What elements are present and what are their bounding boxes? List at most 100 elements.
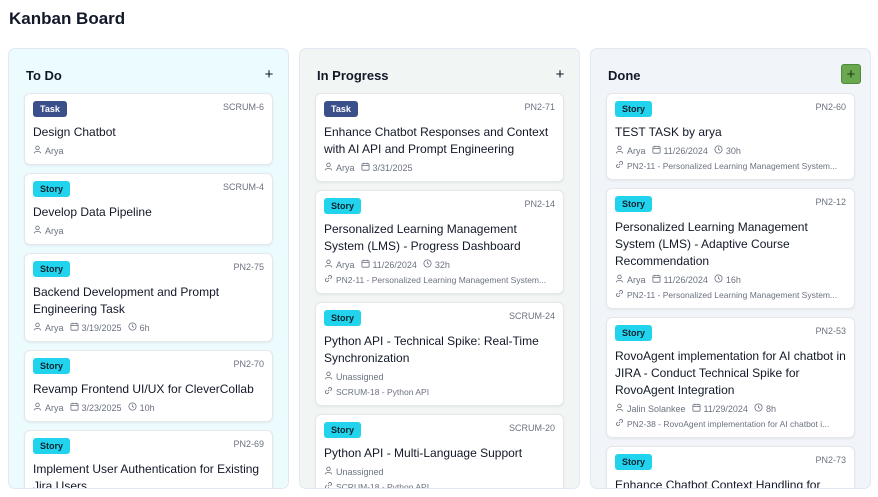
card-list: Story PN2-60 TEST TASK by arya Arya 11/26/20… — [591, 93, 870, 489]
card-meta: Arya 3/31/2025 — [324, 162, 555, 173]
due-date-text: 3/19/2025 — [81, 322, 122, 333]
task-card[interactable]: Story PN2-70 Revamp Frontend UI/UX for Cle… — [24, 350, 273, 422]
issue-key: PN2-60 — [815, 102, 846, 112]
user-icon — [324, 371, 333, 382]
clock-icon — [128, 322, 137, 333]
task-card[interactable]: Story PN2-14 Personalized Learning Managem… — [315, 190, 564, 294]
task-card[interactable]: Story PN2-75 Backend Development and Promp… — [24, 253, 273, 342]
card-header: Story SCRUM-24 — [324, 310, 555, 327]
task-card[interactable]: Story PN2-12 Personalized Learning Managem… — [606, 188, 855, 309]
parent-link[interactable]: PN2-38 - RovoAgent implementation for AI… — [615, 418, 846, 429]
assignee: Unassigned — [324, 371, 384, 382]
due-date-text: 11/26/2024 — [663, 274, 708, 285]
issue-type-badge: Story — [33, 438, 71, 454]
task-card[interactable]: Story SCRUM-4 Develop Data Pipeline Arya — [24, 173, 273, 245]
issue-type-badge: Story — [33, 181, 71, 197]
assignee-name: Arya — [45, 225, 64, 236]
card-header: Story PN2-53 — [615, 325, 846, 342]
task-card[interactable]: Task PN2-71 Enhance Chatbot Responses and … — [315, 93, 564, 182]
task-card[interactable]: Story PN2-73 Enhance Chatbot Context Handl… — [606, 446, 855, 489]
time-estimate: 10h — [128, 402, 155, 413]
card-header: Story PN2-75 — [33, 261, 264, 278]
parent-link[interactable]: PN2-11 - Personalized Learning Managemen… — [615, 289, 846, 300]
issue-key: PN2-53 — [815, 326, 846, 336]
calendar-icon — [361, 259, 370, 270]
card-title: RovoAgent implementation for AI chatbot … — [615, 349, 846, 397]
column-done: Done + Story PN2-60 TEST TASK by arya Arya 1… — [590, 48, 871, 489]
card-header: Story PN2-69 — [33, 438, 264, 455]
card-header: Story PN2-70 — [33, 358, 264, 375]
user-icon — [324, 466, 333, 477]
due-date-text: 3/23/2025 — [81, 402, 122, 413]
clock-icon — [128, 402, 137, 413]
page-title: Kanban Board — [9, 9, 126, 28]
card-title: TEST TASK by arya — [615, 125, 722, 139]
parent-link-text: PN2-38 - RovoAgent implementation for AI… — [627, 418, 830, 429]
issue-type-badge: Story — [324, 198, 362, 214]
assignee: Arya — [615, 274, 646, 285]
column-header: In Progress + — [300, 49, 579, 93]
parent-link-text: SCRUM-18 - Python API — [336, 481, 430, 489]
task-card[interactable]: Story SCRUM-20 Python API - Multi-Language… — [315, 414, 564, 489]
issue-type-badge: Story — [615, 325, 653, 341]
card-title: Enhance Chatbot Responses and Context wi… — [324, 125, 549, 156]
add-card-button[interactable]: + — [841, 64, 861, 84]
assignee: Arya — [324, 259, 355, 270]
card-meta: Arya 11/26/2024 32h — [324, 259, 555, 270]
due-date-text: 11/29/2024 — [703, 403, 748, 414]
user-icon — [33, 225, 42, 236]
card-title: Personalized Learning Management System … — [615, 220, 808, 268]
due-date: 3/31/2025 — [361, 162, 413, 173]
parent-link-text: PN2-11 - Personalized Learning Managemen… — [627, 160, 838, 171]
task-card[interactable]: Story PN2-69 Implement User Authentication… — [24, 430, 273, 488]
column-title: Done — [608, 67, 641, 83]
card-title: Python API - Multi-Language Support — [324, 446, 523, 460]
issue-key: PN2-14 — [524, 199, 555, 209]
card-meta: Arya 11/26/2024 16h — [615, 274, 846, 285]
assignee-name: Unassigned — [336, 371, 384, 382]
column-in-progress: In Progress + Task PN2-71 Enhance Chatbot … — [299, 48, 580, 489]
task-card[interactable]: Story PN2-53 RovoAgent implementation for … — [606, 317, 855, 438]
user-icon — [615, 145, 624, 156]
card-header: Story PN2-60 — [615, 101, 846, 118]
calendar-icon — [692, 403, 701, 414]
parent-link[interactable]: PN2-11 - Personalized Learning Managemen… — [615, 160, 846, 171]
parent-link[interactable]: SCRUM-18 - Python API — [324, 481, 555, 489]
assignee: Arya — [33, 225, 64, 236]
card-title: Personalized Learning Management System … — [324, 222, 521, 253]
time-estimate: 16h — [714, 274, 741, 285]
parent-link[interactable]: PN2-11 - Personalized Learning Managemen… — [324, 274, 555, 285]
time-estimate-text: 32h — [434, 259, 450, 270]
task-card[interactable]: Task SCRUM-6 Design Chatbot Arya — [24, 93, 273, 165]
assignee: Unassigned — [324, 466, 384, 477]
issue-type-badge: Story — [324, 422, 362, 438]
issue-key: SCRUM-4 — [222, 182, 264, 192]
card-meta: Arya — [33, 225, 264, 236]
issue-type-badge: Story — [324, 310, 362, 326]
assignee-name: Arya — [45, 322, 64, 333]
issue-key: SCRUM-6 — [222, 102, 264, 112]
issue-key: SCRUM-24 — [508, 311, 555, 321]
card-header: Story SCRUM-4 — [33, 181, 264, 198]
card-title: Enhance Chatbot Context Handling for — [615, 478, 821, 489]
assignee-name: Arya — [627, 145, 646, 156]
due-date-text: 11/26/2024 — [372, 259, 417, 270]
card-title: Revamp Frontend UI/UX for CleverCollab — [33, 382, 254, 396]
task-card[interactable]: Story PN2-60 TEST TASK by arya Arya 11/26/20… — [606, 93, 855, 180]
calendar-icon — [70, 402, 79, 413]
due-date: 3/19/2025 — [70, 322, 122, 333]
issue-type-badge: Task — [324, 101, 358, 117]
issue-key: PN2-70 — [233, 359, 264, 369]
add-card-button[interactable]: + — [259, 64, 279, 84]
card-header: Story SCRUM-20 — [324, 422, 555, 439]
card-header: Task PN2-71 — [324, 101, 555, 118]
card-header: Task SCRUM-6 — [33, 101, 264, 118]
clock-icon — [714, 274, 723, 285]
parent-link[interactable]: SCRUM-18 - Python API — [324, 386, 555, 397]
clock-icon — [714, 145, 723, 156]
time-estimate-text: 16h — [725, 274, 741, 285]
card-meta: Arya 3/23/2025 10h — [33, 402, 264, 413]
issue-type-badge: Story — [33, 358, 71, 374]
add-card-button[interactable]: + — [550, 64, 570, 84]
task-card[interactable]: Story SCRUM-24 Python API - Technical Spik… — [315, 302, 564, 406]
